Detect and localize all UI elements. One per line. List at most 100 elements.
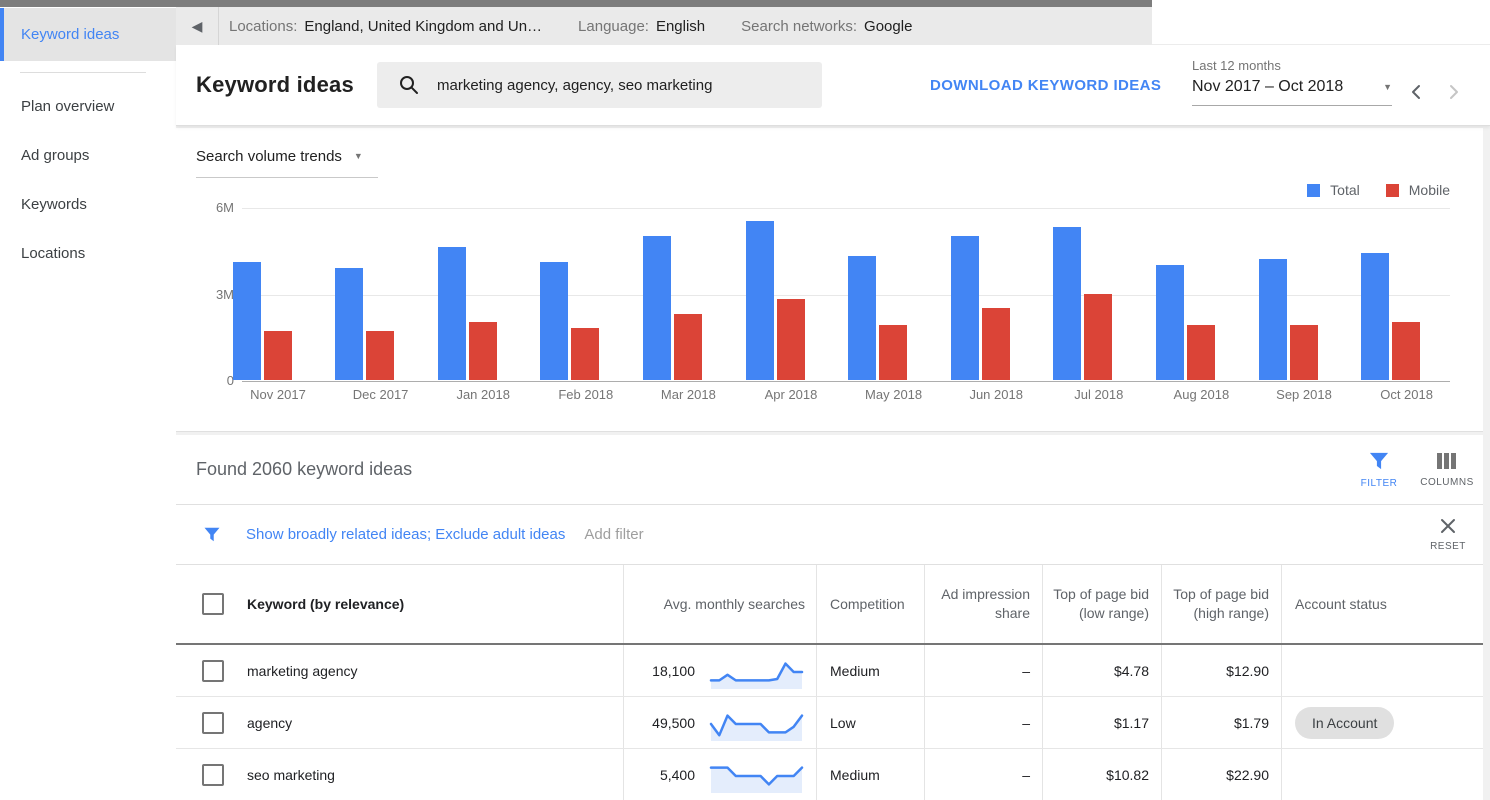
sidebar-item-plan-overview[interactable]: Plan overview bbox=[0, 82, 176, 131]
select-all-checkbox[interactable] bbox=[202, 593, 224, 615]
mobile-bar bbox=[1084, 293, 1113, 380]
x-axis-label: Apr 2018 bbox=[764, 387, 818, 402]
bar-group-sep-2018 bbox=[1258, 258, 1318, 380]
bid-low-value: $1.17 bbox=[1113, 714, 1149, 731]
x-axis-label: Jul 2018 bbox=[1074, 387, 1124, 402]
competition-value: Medium bbox=[830, 662, 880, 679]
keyword-row-marketing-agency: marketing agency 18,100 Medium – $4.78 $12.90 bbox=[176, 645, 1483, 697]
trends-dropdown[interactable]: Search volume trends ▼ bbox=[196, 148, 378, 178]
bid-high-value: $12.90 bbox=[1226, 662, 1269, 679]
bar-group-nov-2017 bbox=[232, 261, 292, 380]
total-bar bbox=[1053, 227, 1082, 380]
keyword-row-seo-marketing: seo marketing 5,400 Medium – $10.82 $22.90 bbox=[176, 749, 1483, 800]
locations-label: Locations: bbox=[229, 17, 298, 35]
columns-button[interactable]: COLUMNS bbox=[1413, 435, 1481, 504]
header-top-of-page-bid-low: Top of page bid (low range) bbox=[1043, 565, 1162, 643]
x-axis-label: Sep 2018 bbox=[1276, 387, 1332, 402]
bar-group-jul-2018 bbox=[1053, 227, 1113, 380]
language-value: English bbox=[655, 17, 706, 35]
prev-period-button[interactable] bbox=[1410, 83, 1422, 101]
legend-item-mobile: Mobile bbox=[1385, 182, 1450, 198]
date-range-select[interactable]: Nov 2017 – Oct 2018 ▼ bbox=[1192, 78, 1392, 106]
filter-button[interactable]: FILTER bbox=[1345, 435, 1413, 504]
mobile-bar bbox=[263, 331, 292, 380]
results-toolbar: Found 2060 keyword ideas FILTER COLUMNS bbox=[176, 435, 1483, 505]
columns-icon bbox=[1437, 452, 1456, 469]
bar-group-oct-2018 bbox=[1361, 253, 1421, 380]
total-bar bbox=[848, 256, 877, 380]
mobile-bar bbox=[366, 331, 395, 380]
toolbar-locations[interactable]: Locations: England, United Kingdom and U… bbox=[229, 18, 542, 35]
keyword-text: seo marketing bbox=[247, 766, 335, 783]
reset-button[interactable]: RESET bbox=[1420, 505, 1476, 564]
avg-monthly-searches-value: 5,400 bbox=[659, 766, 695, 783]
filter-button-label: FILTER bbox=[1360, 477, 1398, 489]
date-range-caption: Last 12 months bbox=[1192, 58, 1281, 73]
total-bar bbox=[745, 221, 774, 380]
header-ad-impression-share: Ad impression share bbox=[925, 565, 1043, 643]
x-axis-label: Nov 2017 bbox=[250, 387, 306, 402]
x-axis-label: Jun 2018 bbox=[969, 387, 1023, 402]
x-axis-label: Jan 2018 bbox=[456, 387, 510, 402]
search-networks-value: Google bbox=[864, 17, 913, 35]
header-account-status: Account status bbox=[1295, 595, 1387, 612]
sidebar-item-ad-groups[interactable]: Ad groups bbox=[0, 131, 176, 180]
trends-caret-icon: ▼ bbox=[353, 151, 363, 161]
date-range-picker: Last 12 months Nov 2017 – Oct 2018 ▼ bbox=[1192, 58, 1460, 106]
sidebar-item-keywords[interactable]: Keywords bbox=[0, 180, 176, 229]
header-keyword: Keyword (by relevance) bbox=[247, 595, 405, 612]
x-axis-label: Oct 2018 bbox=[1380, 387, 1433, 402]
gridline-6m bbox=[242, 208, 1450, 209]
bar-group-mar-2018 bbox=[642, 235, 702, 380]
total-bar bbox=[1361, 253, 1390, 380]
ad-impression-share-value: – bbox=[1022, 662, 1030, 679]
bar-group-dec-2017 bbox=[335, 267, 395, 380]
sidebar-item-keyword-ideas[interactable]: Keyword ideas bbox=[0, 8, 176, 61]
next-period-button[interactable] bbox=[1448, 83, 1460, 101]
toolbar-search-networks[interactable]: Search networks: Google bbox=[741, 18, 912, 35]
filter-icon bbox=[204, 527, 220, 542]
toolbar-language[interactable]: Language: English bbox=[578, 18, 705, 35]
sidebar-item-label: Keyword ideas bbox=[21, 26, 120, 43]
row-checkbox[interactable] bbox=[202, 659, 224, 682]
row-checkbox[interactable] bbox=[202, 763, 224, 786]
x-axis-label: Dec 2017 bbox=[352, 387, 409, 402]
bid-high-value: $1.79 bbox=[1233, 714, 1269, 731]
dropdown-caret-icon: ▼ bbox=[1383, 81, 1392, 92]
mobile-bar bbox=[981, 307, 1010, 380]
add-filter-button[interactable]: Add filter bbox=[584, 526, 643, 543]
x-axis-label: Feb 2018 bbox=[558, 387, 614, 402]
bid-low-value: $4.78 bbox=[1113, 662, 1149, 679]
mobile-bar bbox=[776, 299, 805, 380]
chart-legend: Total Mobile bbox=[1307, 182, 1450, 198]
bid-high-value: $22.90 bbox=[1226, 766, 1269, 783]
trends-label: Search volume trends bbox=[196, 148, 342, 165]
bar-group-may-2018 bbox=[848, 256, 908, 380]
keyword-search-box[interactable]: marketing agency, agency, seo marketing bbox=[377, 62, 822, 108]
x-axis-label: May 2018 bbox=[865, 387, 923, 402]
download-keyword-ideas-link[interactable]: DOWNLOAD KEYWORD IDEAS bbox=[930, 45, 1161, 125]
back-arrow-icon: ◀ bbox=[191, 18, 203, 34]
y-axis-tick: 0 bbox=[226, 373, 234, 388]
chart-plot: 6M 3M 0 Nov 2017 Dec 2017 Jan 2018 Feb 2018… bbox=[216, 200, 1450, 402]
sidebar-item-locations[interactable]: Locations bbox=[0, 229, 176, 278]
legend-swatch-total bbox=[1307, 183, 1321, 197]
keyword-planner-app: Keyword ideas Plan overview Ad groups Ke… bbox=[0, 0, 1490, 800]
search-input-value[interactable]: marketing agency, agency, seo marketing bbox=[437, 77, 712, 94]
back-button[interactable]: ◀ bbox=[176, 7, 219, 45]
keyword-text: marketing agency bbox=[247, 662, 358, 679]
avg-monthly-searches-value: 18,100 bbox=[652, 662, 695, 679]
trend-sparkline bbox=[709, 765, 804, 793]
filter-funnel-icon bbox=[1369, 452, 1389, 469]
x-axis-label: Mar 2018 bbox=[660, 387, 716, 402]
header-avg-monthly-searches: Avg. monthly searches bbox=[624, 565, 817, 643]
mobile-bar bbox=[1289, 325, 1318, 380]
table-body: marketing agency 18,100 Medium – $4.78 $12.90… bbox=[176, 645, 1483, 800]
competition-value: Medium bbox=[830, 766, 880, 783]
row-checkbox[interactable] bbox=[202, 711, 224, 734]
sidebar-list: Plan overview Ad groups Keywords Locatio… bbox=[0, 73, 176, 278]
legend-swatch-mobile bbox=[1385, 183, 1399, 197]
active-filters-link[interactable]: Show broadly related ideas; Exclude adul… bbox=[246, 526, 565, 543]
total-bar bbox=[335, 267, 364, 380]
bid-low-value: $10.82 bbox=[1106, 766, 1149, 783]
